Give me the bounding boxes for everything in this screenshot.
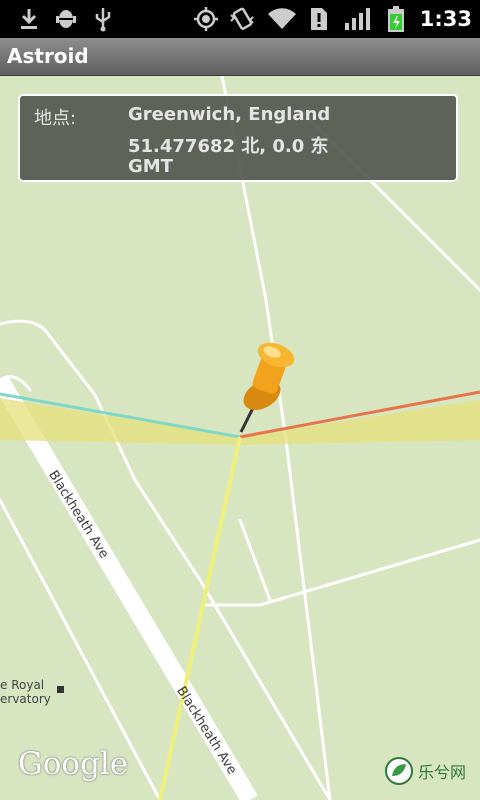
- vibrate-icon: [228, 0, 256, 38]
- location-coords: 51.477682 北, 0.0 东: [128, 136, 329, 157]
- gps-icon: [192, 0, 220, 38]
- android-debug-icon: [52, 0, 80, 38]
- battery-charging-icon: [384, 0, 408, 38]
- map-canvas[interactable]: [0, 76, 480, 800]
- usb-icon: [90, 0, 116, 38]
- place-label-line1: e Royal: [0, 678, 45, 692]
- location-label: 地点:: [34, 108, 77, 129]
- place-label-line2: ervatory: [0, 692, 51, 706]
- map-view[interactable]: Blackheath Ave Blackheath Ave e Royal er…: [0, 76, 480, 800]
- location-timezone: GMT: [128, 156, 173, 177]
- location-info-panel: 地点: Greenwich, England 51.477682 北, 0.0 …: [18, 94, 458, 182]
- signal-icon: [342, 0, 372, 38]
- download-icon: [16, 0, 42, 38]
- app-title: Astroid: [7, 44, 89, 68]
- watermark: 乐兮网: [384, 756, 466, 786]
- status-time: 1:33: [419, 7, 472, 31]
- app-title-bar: Astroid: [0, 38, 480, 76]
- observatory-marker: [57, 686, 64, 693]
- wifi-icon: [266, 0, 298, 38]
- place-label-royal-observatory: e Royal ervatory: [0, 678, 51, 706]
- status-bar: 1:33: [0, 0, 480, 38]
- google-attribution: Google: [18, 746, 129, 782]
- leaf-logo-icon: [385, 757, 413, 785]
- watermark-text: 乐兮网: [418, 763, 467, 782]
- alert-icon: [306, 0, 332, 38]
- location-place: Greenwich, England: [128, 104, 331, 125]
